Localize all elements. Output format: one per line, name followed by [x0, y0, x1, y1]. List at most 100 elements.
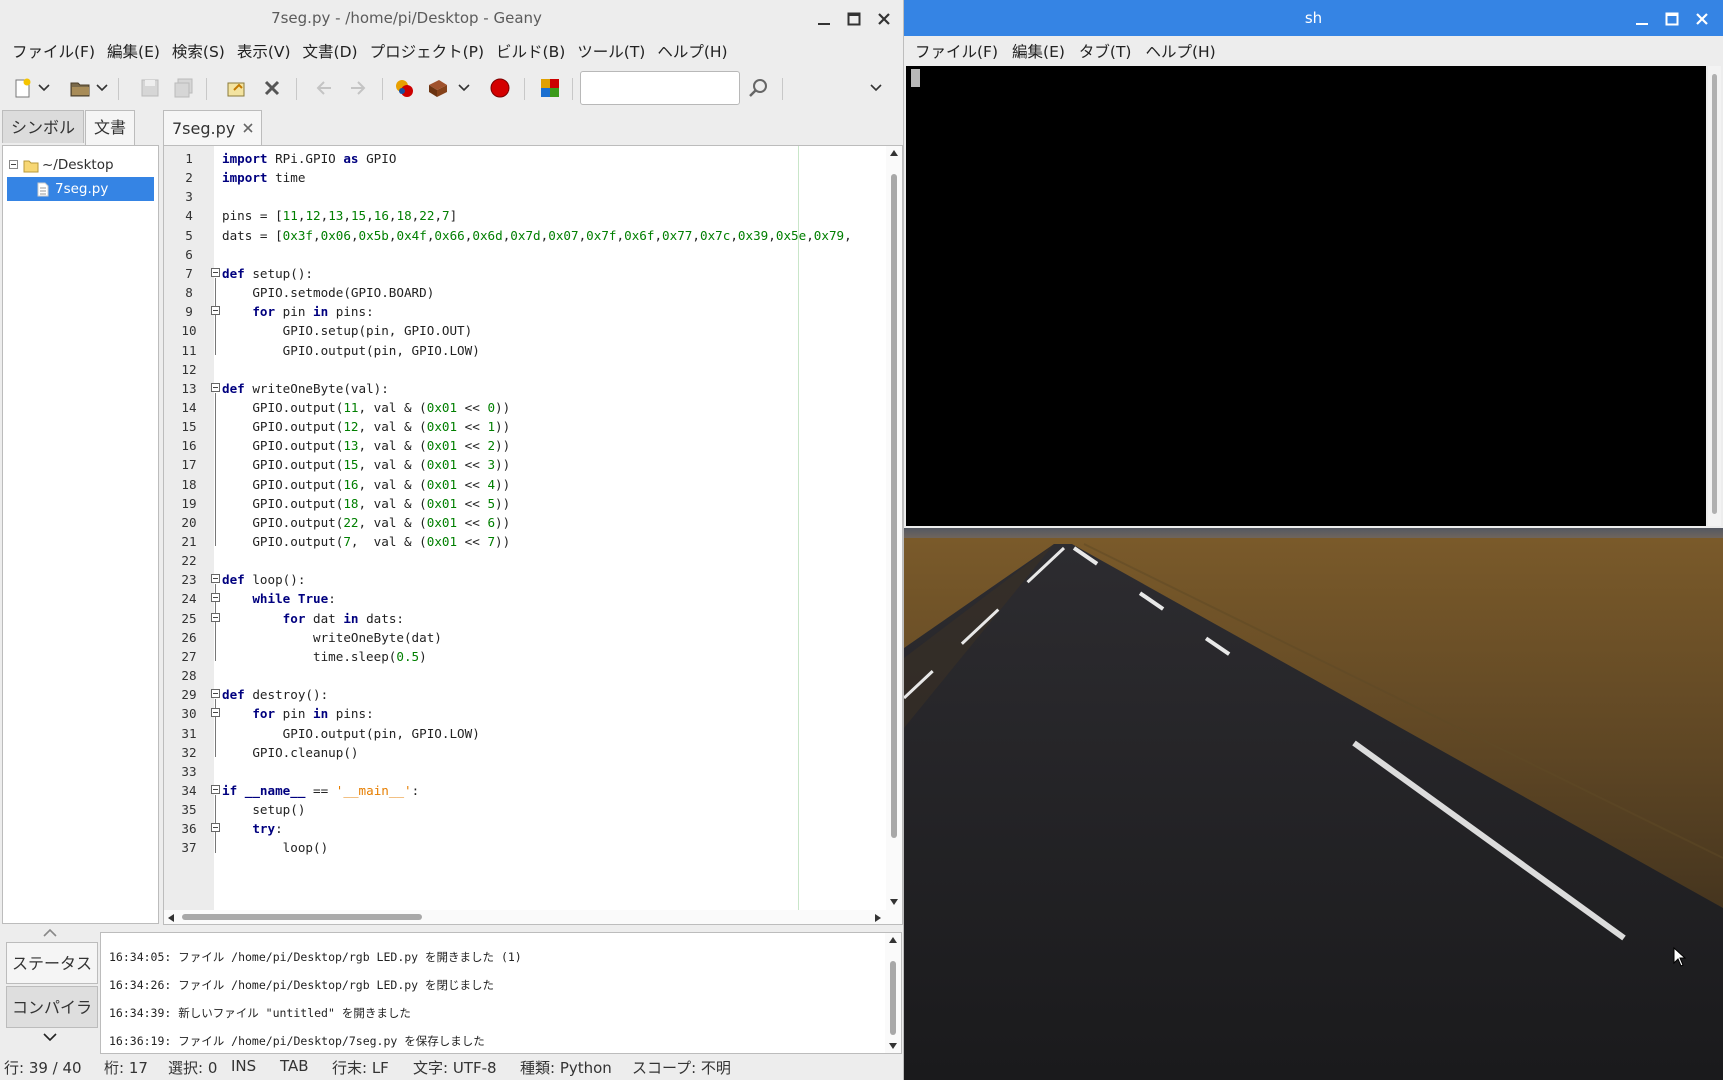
fold-toggle-icon[interactable] — [211, 823, 220, 833]
maximize-button[interactable] — [843, 8, 865, 30]
tabs-scroll-down-icon[interactable] — [42, 1032, 58, 1042]
terminal-close-button[interactable] — [1691, 8, 1713, 30]
tab-symbols[interactable]: シンボル — [2, 110, 85, 143]
fold-toggle-icon[interactable] — [211, 612, 220, 622]
message-panel: ステータス コンパイラ 16:34:05: ファイル /home/pi/Desk… — [0, 928, 904, 1054]
scroll-right-icon[interactable] — [874, 913, 882, 923]
terminal-menu-help[interactable]: ヘルプ(H) — [1138, 40, 1222, 62]
find-icon — [749, 79, 767, 97]
scroll-left-icon[interactable] — [167, 913, 175, 923]
build-button[interactable] — [424, 74, 452, 102]
minimize-icon — [818, 23, 830, 25]
menu-edit[interactable]: 編集(E) — [101, 40, 166, 62]
terminal-minimize-button[interactable] — [1631, 8, 1653, 30]
tab-compiler[interactable]: コンパイラ — [6, 986, 98, 1028]
overflow-chevron-icon — [870, 84, 882, 92]
compile-button[interactable] — [390, 74, 418, 102]
line-number: 17 — [181, 457, 197, 473]
terminal-menu-edit[interactable]: 編集(E) — [1005, 40, 1072, 62]
new-file-icon — [15, 78, 31, 98]
menu-project[interactable]: プロジェクト(P) — [364, 40, 490, 62]
terminal-menu-tabs[interactable]: タブ(T) — [1072, 40, 1139, 62]
fold-toggle-icon[interactable] — [211, 267, 220, 277]
line-number: 13 — [181, 380, 197, 396]
color-chooser-button[interactable] — [536, 74, 564, 102]
messages-scrollbar[interactable] — [885, 933, 901, 1053]
menu-build[interactable]: ビルド(B) — [490, 40, 571, 62]
revert-button[interactable] — [222, 74, 250, 102]
chevron-down-icon — [38, 84, 50, 92]
save-button[interactable] — [136, 74, 164, 102]
fold-toggle-icon[interactable] — [211, 593, 220, 603]
code-line: dats = [0x3f,0x06,0x5b,0x4f,0x66,0x6d,0x… — [222, 227, 852, 243]
new-file-dropdown[interactable] — [36, 74, 52, 102]
status-filetype: 種類: Python — [520, 1059, 612, 1077]
menu-document[interactable]: 文書(D) — [297, 40, 364, 62]
build-icon — [429, 80, 447, 97]
navigate-forward-button[interactable] — [344, 74, 372, 102]
code-editor[interactable]: 1 import RPi.GPIO as GPIO 2 import time 3 4 pi… — [163, 145, 903, 925]
code-line: writeOneByte(dat) — [222, 629, 442, 645]
tree-folder-desktop[interactable]: ~/Desktop — [3, 153, 158, 177]
minimize-button[interactable] — [813, 8, 835, 30]
open-file-dropdown[interactable] — [94, 74, 110, 102]
navigate-back-button[interactable] — [310, 74, 338, 102]
line-number: 19 — [181, 495, 197, 511]
status-message-list[interactable]: 16:34:05: ファイル /home/pi/Desktop/rgb LED.… — [100, 932, 902, 1054]
tab-status[interactable]: ステータス — [6, 942, 98, 984]
editor-horizontal-scrollbar[interactable] — [164, 910, 902, 924]
fold-toggle-icon[interactable] — [211, 708, 220, 718]
tabs-scroll-up-icon[interactable] — [42, 928, 58, 938]
save-icon — [141, 79, 159, 97]
tab-7seg-py[interactable]: 7seg.py — [163, 110, 263, 145]
scroll-up-icon[interactable] — [889, 149, 899, 157]
editor-vertical-scrollbar[interactable] — [886, 146, 902, 924]
menu-file[interactable]: ファイル(F) — [6, 40, 101, 62]
line-number: 21 — [181, 534, 197, 549]
close-file-button[interactable] — [258, 74, 286, 102]
tab-documents[interactable]: 文書 — [85, 110, 136, 145]
tree-file-7seg[interactable]: 7seg.py — [7, 177, 154, 201]
scroll-up-icon[interactable] — [888, 936, 898, 944]
save-all-button[interactable] — [170, 74, 198, 102]
new-file-button[interactable] — [8, 74, 36, 102]
collapse-icon[interactable] — [9, 160, 18, 169]
menu-search[interactable]: 検索(S) — [166, 40, 231, 62]
scroll-down-icon[interactable] — [889, 898, 899, 906]
sidebar: シンボル 文書 ~/Desktop 7seg.py — [2, 110, 159, 924]
toolbar-overflow-button[interactable] — [868, 74, 884, 102]
code-line: GPIO.cleanup() — [222, 744, 359, 760]
fold-toggle-icon[interactable] — [211, 382, 220, 392]
menu-view[interactable]: 表示(V) — [231, 40, 297, 62]
save-all-icon — [174, 78, 193, 98]
build-dropdown[interactable] — [456, 74, 472, 102]
scroll-down-icon[interactable] — [888, 1042, 898, 1050]
status-selection: 選択: 0 — [168, 1059, 218, 1077]
line-number: 5 — [185, 227, 193, 243]
terminal-screen[interactable] — [906, 66, 1706, 526]
line-number: 31 — [181, 725, 197, 741]
line-number: 34 — [181, 782, 197, 798]
close-tab-icon[interactable] — [243, 123, 253, 133]
fold-toggle-icon[interactable] — [211, 306, 220, 316]
terminal-titlebar[interactable]: sh — [904, 0, 1723, 36]
close-icon — [878, 13, 890, 25]
terminal-menu-file[interactable]: ファイル(F) — [908, 40, 1005, 62]
run-stop-button[interactable] — [486, 74, 514, 102]
fold-toggle-icon[interactable] — [211, 784, 220, 794]
menu-help[interactable]: ヘルプ(H) — [651, 40, 733, 62]
geany-titlebar[interactable]: 7seg.py - /home/pi/Desktop - Geany — [0, 0, 903, 36]
status-message: 16:34:39: 新しいファイル "untitled" を開きました — [109, 1006, 411, 1020]
search-input[interactable] — [580, 71, 740, 105]
terminal-scrollbar[interactable] — [1708, 66, 1721, 526]
menu-tools[interactable]: ツール(T) — [571, 40, 651, 62]
terminal-maximize-button[interactable] — [1661, 8, 1683, 30]
fold-toggle-icon[interactable] — [211, 574, 220, 584]
desktop-wallpaper — [904, 528, 1723, 1080]
fold-toggle-icon[interactable] — [211, 689, 220, 699]
status-eol: 行末: LF — [332, 1059, 389, 1077]
code-line: GPIO.output(7, val & (0x01 << 7)) — [222, 534, 511, 549]
close-window-button[interactable] — [873, 8, 895, 30]
open-file-button[interactable] — [66, 74, 94, 102]
find-button[interactable] — [744, 74, 772, 102]
